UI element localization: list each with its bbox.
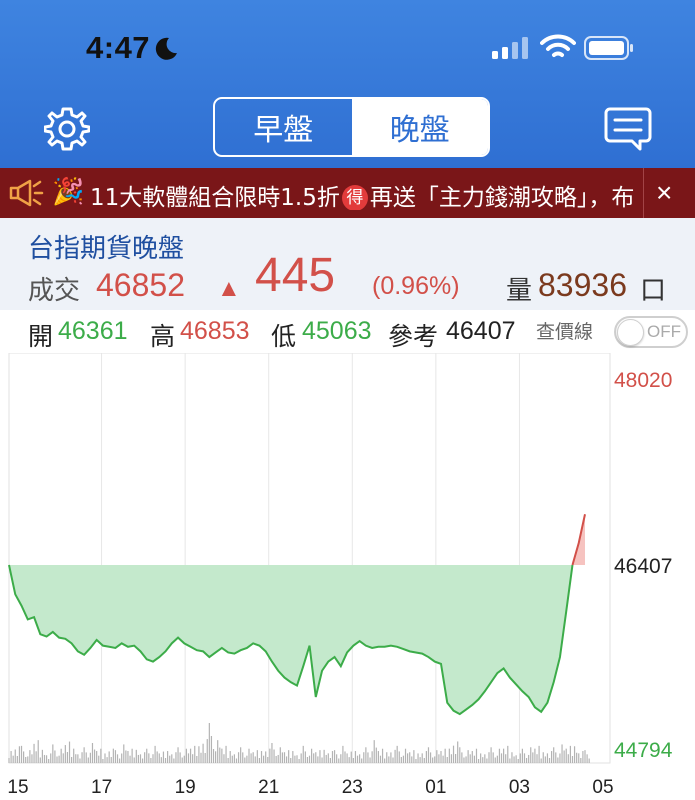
session-segmented-control: 早盤 晚盤 (213, 97, 490, 157)
volume-label: 量 (506, 276, 533, 306)
open-value: 46361 (58, 317, 128, 345)
settings-gear-icon[interactable] (44, 106, 90, 152)
x-tick-label: 23 (342, 777, 363, 798)
x-tick-label: 21 (258, 777, 279, 798)
price-line-label: 查價線 (536, 321, 594, 343)
low-value: 45063 (302, 317, 372, 345)
y-label-reference: 46407 (614, 555, 672, 578)
status-time: 4:47 (86, 30, 151, 65)
chart-canvas: 48020 46407 44794 15 17 19 21 23 01 03 05 (7, 352, 673, 798)
ohlc-row: 開 46361 高 46853 低 45063 參考 46407 查價線 (0, 313, 695, 353)
open-label: 開 (28, 322, 54, 351)
below-reference-area (9, 565, 573, 715)
last-price: 46852 (96, 267, 185, 303)
announcement-banner[interactable]: 🎉 11大軟體組合限時1.5折得再送「主力錢潮攻略」，布 × (0, 168, 695, 218)
quote-panel: 台指期貨晚盤 成交 46852 ▲ 445 (0.96%) 量 83936 口 (0, 218, 695, 310)
price-change: 445 (255, 249, 336, 302)
megaphone-icon (9, 179, 44, 207)
reference-value: 46407 (446, 317, 516, 345)
tab-night-session[interactable]: 晚盤 (351, 99, 488, 155)
high-value: 46853 (180, 317, 250, 345)
x-tick-label: 15 (7, 777, 28, 798)
change-percent: (0.96%) (372, 272, 460, 300)
x-tick-label: 01 (425, 777, 446, 798)
intraday-chart[interactable]: 48020 46407 44794 15 17 19 21 23 01 03 05 (0, 352, 695, 800)
app-header: 4:47 早盤 晚盤 (0, 0, 695, 168)
tab-day-session[interactable]: 早盤 (215, 99, 352, 155)
status-bar: 4:47 (0, 0, 695, 95)
price-line-toggle[interactable]: OFF (614, 316, 688, 348)
banner-text: 11大軟體組合限時1.5折得再送「主力錢潮攻略」，布 (90, 185, 635, 210)
x-tick-label: 17 (91, 777, 112, 798)
wifi-icon (540, 34, 576, 57)
y-label-top: 48020 (614, 369, 672, 392)
x-tick-label: 05 (592, 777, 613, 798)
low-label: 低 (271, 322, 297, 351)
battery-icon (584, 36, 633, 60)
trade-label: 成交 (28, 276, 81, 306)
party-popper-icon: 🎉 (52, 176, 85, 206)
volume-unit: 口 (640, 276, 667, 306)
message-icon[interactable] (604, 106, 652, 152)
banner-badge: 得 (341, 185, 368, 210)
reference-label: 參考 (388, 322, 439, 351)
x-tick-label: 19 (175, 777, 196, 798)
high-label: 高 (150, 322, 176, 351)
moon-icon (155, 37, 177, 60)
y-label-bottom: 44794 (614, 739, 673, 762)
up-arrow-icon: ▲ (217, 275, 241, 302)
banner-divider (643, 168, 644, 218)
toggle-state: OFF (647, 322, 681, 341)
toggle-knob (617, 319, 644, 346)
volume-value: 83936 (538, 267, 627, 303)
x-tick-label: 03 (509, 777, 530, 798)
contract-title[interactable]: 台指期貨晚盤 (28, 228, 184, 265)
cellular-signal-icon (492, 37, 528, 59)
close-icon[interactable]: × (656, 177, 672, 209)
